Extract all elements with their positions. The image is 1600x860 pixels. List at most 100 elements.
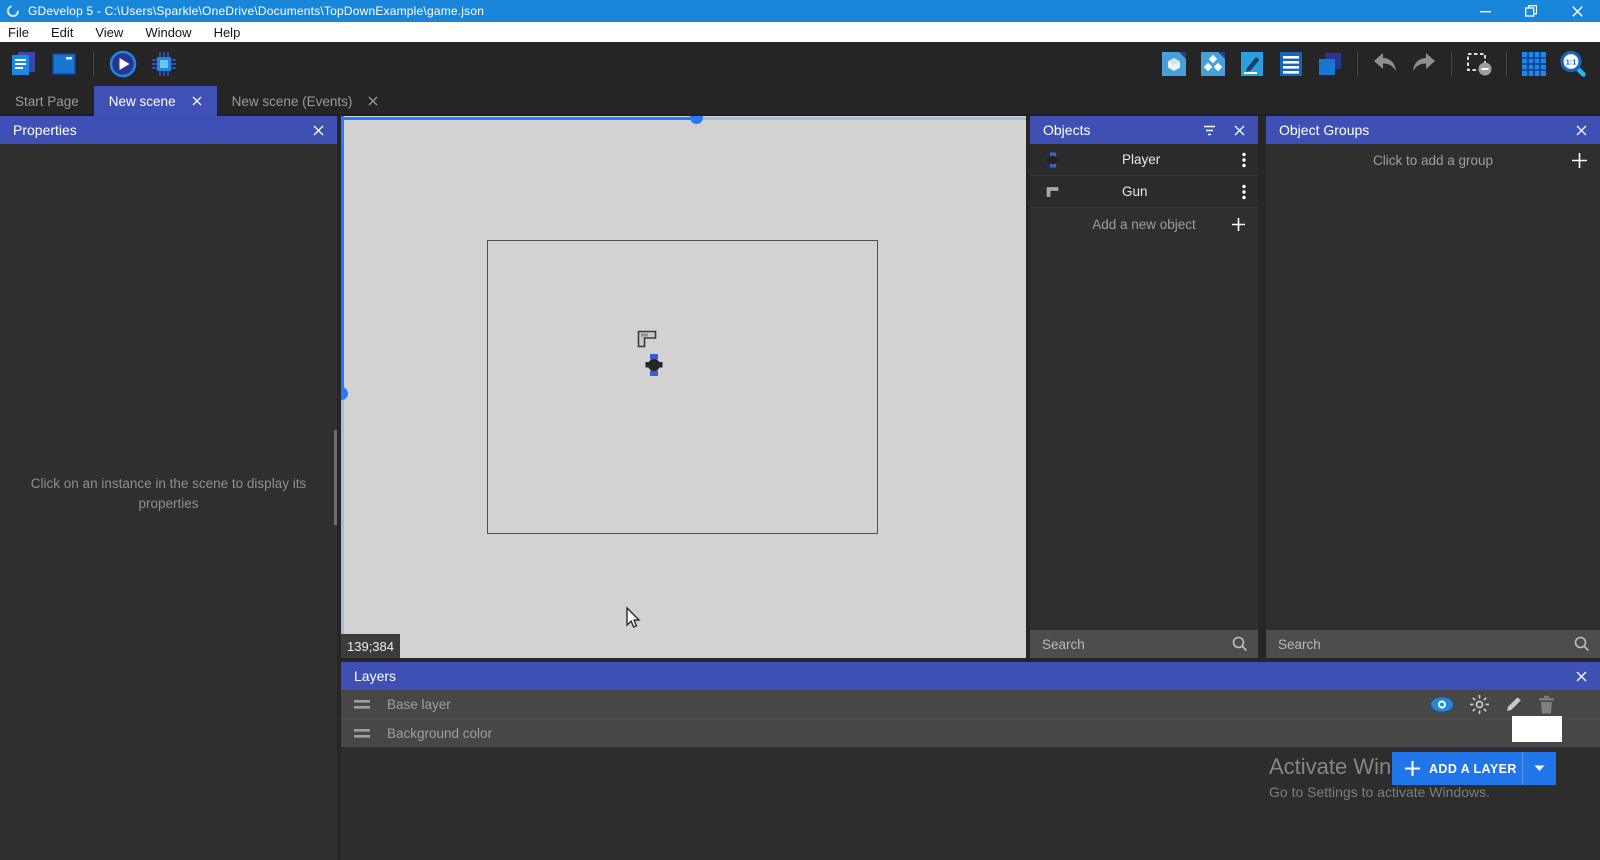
add-object-row[interactable]: Add a new object [1030, 208, 1258, 240]
add-group-row[interactable]: Click to add a group [1266, 144, 1600, 176]
close-button[interactable] [1554, 0, 1600, 22]
layer-row-background-color[interactable]: Background color [341, 719, 1600, 748]
tab-close-icon[interactable] [192, 96, 202, 106]
close-properties-icon[interactable] [313, 125, 324, 136]
object-groups-panel-title: Object Groups [1279, 122, 1369, 138]
game-window-boundary [487, 240, 878, 534]
open-properties-panel-icon[interactable] [1237, 49, 1267, 79]
objects-panel-header: Objects [1030, 116, 1258, 144]
tab-label: New scene (Events) [232, 94, 353, 109]
play-button[interactable] [108, 49, 138, 79]
close-object-groups-icon[interactable] [1576, 125, 1587, 136]
toolbar: 1:1 [0, 42, 1600, 86]
toolbar-divider [93, 51, 94, 77]
restore-button[interactable] [1508, 0, 1554, 22]
add-group-label: Click to add a group [1373, 153, 1493, 168]
object-menu-icon[interactable] [1242, 184, 1246, 200]
layer-row-base[interactable]: Base layer [341, 690, 1600, 719]
open-layers-panel-icon[interactable] [1315, 49, 1345, 79]
debug-button[interactable] [149, 49, 179, 79]
menubar: File Edit View Window Help [0, 22, 1600, 42]
layers-panel-header: Layers [341, 662, 1600, 690]
object-groups-panel: Object Groups Click to add a group [1266, 116, 1600, 658]
tab-new-scene[interactable]: New scene [94, 86, 217, 116]
toggle-mask-icon[interactable] [1464, 49, 1494, 79]
menu-view[interactable]: View [84, 22, 134, 42]
horizontal-scrollbar[interactable] [703, 117, 1026, 120]
drag-handle-icon[interactable] [354, 729, 370, 738]
vertical-scrollbar[interactable] [341, 116, 344, 388]
toggle-grid-icon[interactable] [1519, 49, 1549, 79]
background-color-swatch[interactable] [1512, 716, 1562, 742]
layers-panel: Layers Base layer [341, 662, 1600, 860]
vertical-scrollbar-thumb[interactable] [341, 387, 348, 400]
object-menu-icon[interactable] [1242, 152, 1246, 168]
vertical-scrollbar[interactable] [341, 400, 344, 658]
horizontal-scrollbar[interactable] [341, 117, 693, 120]
svg-text:1:1: 1:1 [1566, 58, 1577, 67]
player-instance[interactable] [645, 354, 663, 376]
edit-layer-pencil-icon[interactable] [1505, 695, 1523, 713]
menu-window[interactable]: Window [134, 22, 202, 42]
toolbar-right-group: 1:1 [1159, 49, 1588, 79]
drag-handle-icon[interactable] [354, 700, 370, 709]
mouse-cursor [623, 606, 641, 630]
filter-icon[interactable] [1203, 125, 1216, 136]
titlebar: GDevelop 5 - C:\Users\Sparkle\OneDrive\D… [0, 0, 1600, 22]
close-layers-icon[interactable] [1576, 671, 1587, 682]
tab-label: New scene [109, 94, 176, 109]
tab-label: Start Page [15, 94, 79, 109]
open-objects-panel-icon[interactable] [1159, 49, 1189, 79]
horizontal-scrollbar-thumb[interactable] [690, 116, 703, 124]
objects-search-bar [1030, 630, 1258, 658]
properties-panel-title: Properties [13, 122, 77, 138]
object-row-player[interactable]: Player [1030, 144, 1258, 176]
layer-effects-icon[interactable] [1469, 694, 1490, 715]
open-object-groups-panel-icon[interactable] [1198, 49, 1228, 79]
search-icon [1574, 636, 1590, 652]
layers-panel-title: Layers [354, 668, 396, 684]
scene-canvas[interactable]: 139;384 [341, 116, 1026, 658]
delete-layer-trash-icon[interactable] [1538, 695, 1555, 714]
gdevelop-window: GDevelop 5 - C:\Users\Sparkle\OneDrive\D… [0, 0, 1600, 860]
properties-panel: Properties Click on an instance in the s… [0, 116, 337, 860]
tab-new-scene-events[interactable]: New scene (Events) [217, 86, 394, 116]
tab-close-icon[interactable] [368, 96, 378, 106]
add-group-plus-icon[interactable] [1571, 152, 1588, 169]
object-name: Player [1122, 152, 1160, 167]
toolbar-divider [1357, 51, 1358, 77]
tab-start-page[interactable]: Start Page [0, 86, 94, 116]
properties-scrollbar[interactable] [334, 430, 337, 525]
objects-panel-title: Objects [1043, 122, 1090, 138]
toolbar-left-group [8, 49, 179, 79]
menu-help[interactable]: Help [203, 22, 252, 42]
menu-edit[interactable]: Edit [40, 22, 84, 42]
window-title: GDevelop 5 - C:\Users\Sparkle\OneDrive\D… [28, 4, 484, 18]
minimize-button[interactable] [1462, 0, 1508, 22]
zoom-1-1-icon[interactable]: 1:1 [1558, 49, 1588, 79]
add-object-label: Add a new object [1092, 217, 1196, 232]
gdevelop-logo-icon [6, 4, 20, 18]
gun-object-icon [1044, 185, 1062, 199]
add-layer-plus-icon [1404, 760, 1421, 777]
gun-instance[interactable] [637, 330, 659, 348]
add-layer-dropdown-caret[interactable] [1522, 752, 1556, 785]
close-objects-icon[interactable] [1234, 125, 1245, 136]
add-layer-button[interactable]: ADD A LAYER [1392, 752, 1556, 785]
add-object-plus-icon[interactable] [1231, 217, 1246, 232]
redo-icon[interactable] [1409, 49, 1439, 79]
menu-file[interactable]: File [0, 22, 40, 42]
layers-panel-footer: Activate Windows Go to Settings to activ… [341, 747, 1600, 860]
open-instances-list-icon[interactable] [1276, 49, 1306, 79]
properties-panel-header: Properties [0, 116, 337, 144]
properties-empty-message: Click on an instance in the scene to dis… [14, 474, 323, 515]
object-groups-search-input[interactable] [1266, 637, 1574, 652]
undo-icon[interactable] [1370, 49, 1400, 79]
scene-window-icon[interactable] [49, 49, 79, 79]
visibility-eye-icon[interactable] [1430, 696, 1454, 713]
tabbar: Start Page New scene New scene (Events) [0, 86, 1600, 116]
project-manager-icon[interactable] [8, 49, 38, 79]
watermark-subtitle: Go to Settings to activate Windows. [1269, 784, 1490, 800]
object-row-gun[interactable]: Gun [1030, 176, 1258, 208]
objects-search-input[interactable] [1030, 637, 1232, 652]
